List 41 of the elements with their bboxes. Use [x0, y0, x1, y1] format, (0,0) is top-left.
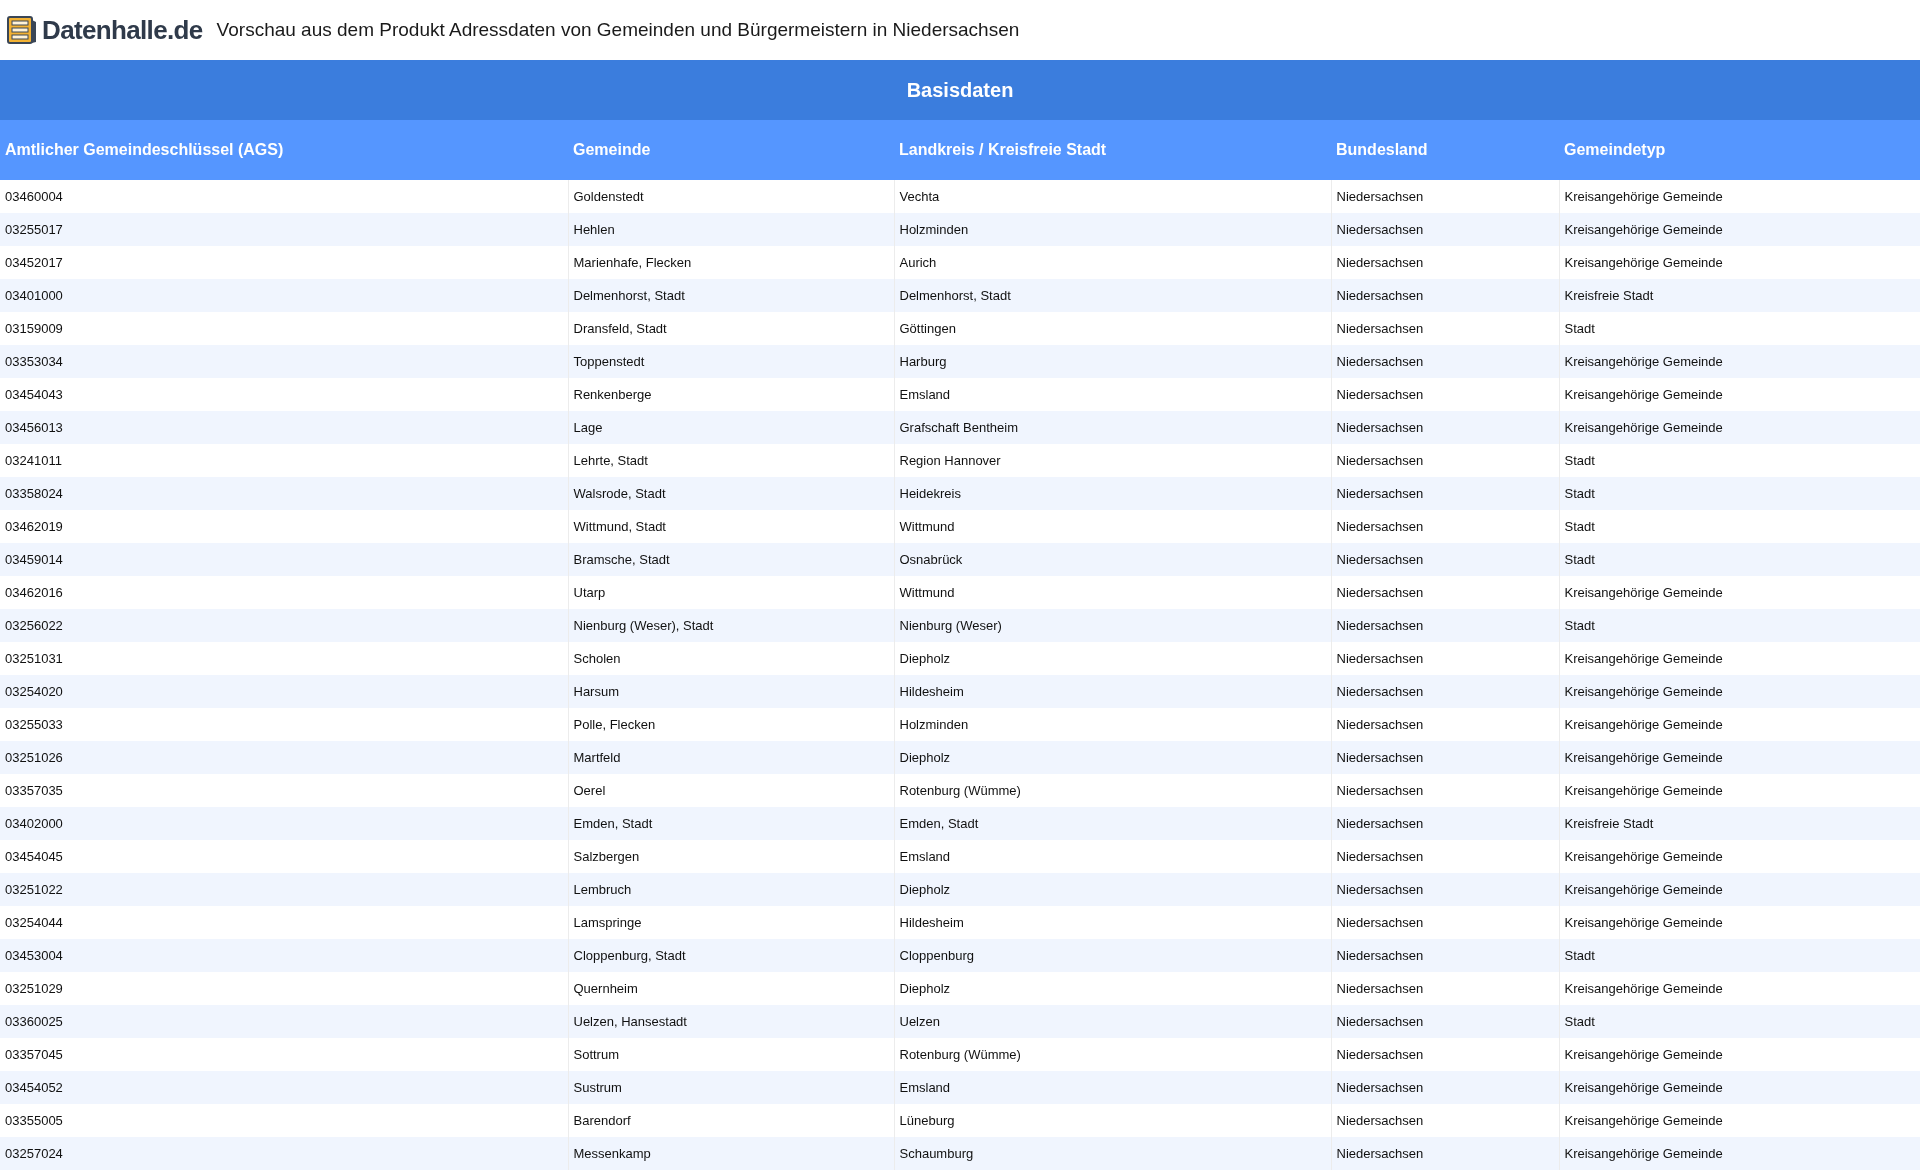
- table-cell: 03251031: [0, 642, 568, 675]
- table-cell: 03454052: [0, 1071, 568, 1104]
- column-header: Gemeindetyp: [1559, 120, 1920, 180]
- table-cell: 03452017: [0, 246, 568, 279]
- table-cell: 03159009: [0, 312, 568, 345]
- column-header: Gemeinde: [568, 120, 894, 180]
- table-cell: 03358024: [0, 477, 568, 510]
- table-cell: 03454045: [0, 840, 568, 873]
- table-cell: 03251022: [0, 873, 568, 906]
- table-cell: 03256022: [0, 609, 568, 642]
- table-cell: 03462016: [0, 576, 568, 609]
- table-cell: 03357045: [0, 1038, 568, 1071]
- column-header: Bundesland: [1331, 120, 1559, 180]
- group-heading: Basisdaten: [0, 60, 1920, 120]
- table-cell: 03255033: [0, 708, 568, 741]
- table-cell: 03454043: [0, 378, 568, 411]
- table-cell: 03357035: [0, 774, 568, 807]
- table-cell: Schaumburg: [894, 1137, 1331, 1170]
- page-title: Vorschau aus dem Produkt Adressdaten von Gemeinden und Bürgermeistern in Niedersachsen: [216, 17, 1020, 42]
- table-cell: Messenkamp: [568, 1137, 894, 1170]
- table-cell: 03460004: [0, 180, 568, 213]
- table-cell: Kreisangehörige Gemeinde: [1559, 1137, 1920, 1170]
- table-cell: 03360025: [0, 1005, 568, 1038]
- table-cell: Niedersachsen: [1331, 1137, 1559, 1170]
- table-cell: 03251029: [0, 972, 568, 1005]
- server-stack-logo-icon: [6, 14, 38, 46]
- column-header: Amtlicher Gemeindeschlüssel (AGS): [0, 120, 568, 180]
- column-header: Landkreis / Kreisfreie Stadt: [894, 120, 1331, 180]
- table-cell: 03402000: [0, 807, 568, 840]
- logo-text: Datenhalle.de: [42, 13, 203, 47]
- table-cell: 03353034: [0, 345, 568, 378]
- table-cell: 03355005: [0, 1104, 568, 1137]
- table-cell: 03453004: [0, 939, 568, 972]
- table-cell: 03459014: [0, 543, 568, 576]
- table-cell: 03462019: [0, 510, 568, 543]
- table-cell: 03241011: [0, 444, 568, 477]
- table-cell: 03251026: [0, 741, 568, 774]
- table-cell: 03254020: [0, 675, 568, 708]
- table-cell: 03254044: [0, 906, 568, 939]
- table-cell: 03456013: [0, 411, 568, 444]
- table-cell: 03257024: [0, 1137, 568, 1170]
